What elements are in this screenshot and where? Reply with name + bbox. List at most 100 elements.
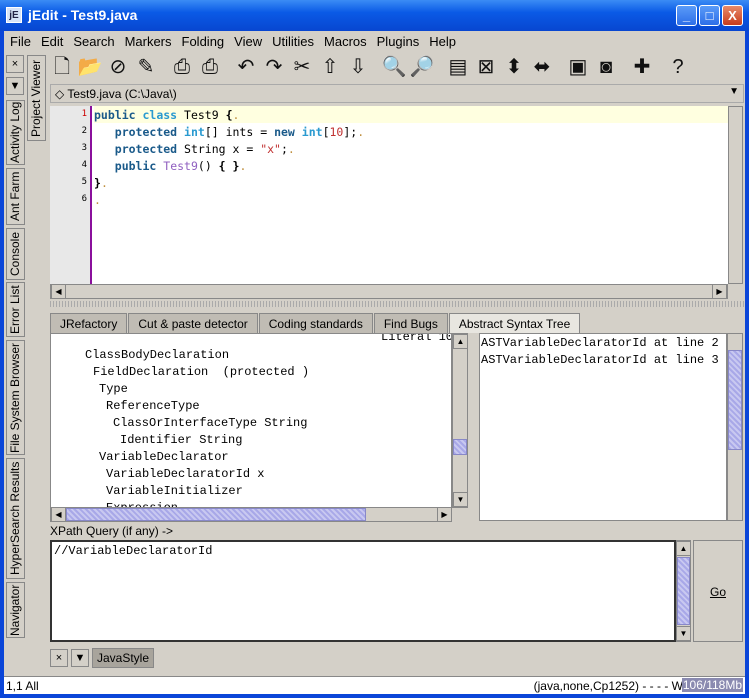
xpath-query-input[interactable]: //VariableDeclaratorId [50,540,676,642]
redo-icon[interactable]: ↷ [260,53,288,81]
plugin-tabs: JRefactory Cut & paste detector Coding sta… [50,313,581,333]
tree-node[interactable]: VariableDeclarator [99,450,229,464]
tab-coding-standards[interactable]: Coding standards [258,313,373,333]
scroll-left-icon[interactable]: ◀ [51,284,66,299]
paste-down-icon[interactable]: ⇩ [344,53,372,81]
splitter[interactable] [50,301,744,307]
split-vertical-icon[interactable]: ⬌ [528,53,556,81]
tree-horizontal-scrollbar[interactable]: ◀ ▶ [50,507,452,522]
buffer-switcher[interactable]: ◇ Test9.java (C:\Java\) ▼ [50,84,744,103]
query-results-list[interactable]: ASTVariableDeclaratorId at line 2 ASTVari… [479,333,727,521]
scroll-down-icon[interactable]: ▼ [676,626,691,641]
menu-search[interactable]: Search [67,31,118,49]
scroll-thumb[interactable] [728,350,742,450]
tab-abstract-syntax-tree[interactable]: Abstract Syntax Tree [448,313,581,333]
new-view-icon[interactable]: ▤ [444,53,472,81]
help-icon[interactable]: ? [664,53,692,81]
go-button[interactable]: Go [693,540,743,642]
new-file-icon[interactable]: 🗋 [48,53,76,81]
results-vertical-scrollbar[interactable] [727,333,743,521]
tree-node[interactable]: FieldDeclaration (protected ) [93,365,309,379]
scroll-thumb[interactable] [677,557,690,625]
memory-status[interactable]: 106/118Mb [681,678,743,692]
tab-find-bugs[interactable]: Find Bugs [373,313,448,333]
tree-node[interactable]: Identifier String [120,433,242,447]
tree-node[interactable]: VariableInitializer [106,484,243,498]
tab-activity-log[interactable]: Activity Log [6,100,25,165]
tab-jrefactory[interactable]: JRefactory [50,313,128,333]
global-options-icon[interactable]: ◙ [592,53,620,81]
scroll-left-icon[interactable]: ◀ [51,507,66,522]
editor-vertical-scrollbar[interactable] [728,106,743,284]
bottom-dock-menu-button[interactable]: ▼ [71,649,89,667]
menu-folding[interactable]: Folding [176,31,229,49]
ast-tree[interactable]: Literal 10 ClassBodyDeclaration FieldDecla… [50,333,452,508]
menu-utilities[interactable]: Utilities [266,31,318,49]
code-line: public class Test9 {. [94,108,240,122]
scroll-up-icon[interactable]: ▲ [676,541,691,556]
tab-ant-farm[interactable]: Ant Farm [6,168,25,225]
minimize-button[interactable]: _ [676,5,697,26]
text-area[interactable]: 1 2 3 4 5 6 public class Test9 {. protected i… [50,106,728,284]
scroll-thumb[interactable] [453,439,467,455]
menu-help[interactable]: Help [423,31,460,49]
tree-vertical-scrollbar[interactable]: ▲ ▼ [452,333,468,508]
scroll-thumb[interactable] [66,508,366,521]
gutter: 1 2 3 4 5 6 [50,106,92,284]
split-horizontal-icon[interactable]: ⬍ [500,53,528,81]
undo-icon[interactable]: ↶ [232,53,260,81]
tree-node[interactable]: VariableDeclaratorId x [106,467,264,481]
tab-javastyle[interactable]: JavaStyle [92,648,155,668]
tab-file-system-browser[interactable]: File System Browser [6,340,25,455]
buffer-options-icon[interactable]: ▣ [564,53,592,81]
menu-markers[interactable]: Markers [119,31,176,49]
scroll-up-icon[interactable]: ▲ [453,334,468,349]
line-number: 6 [81,194,87,204]
maximize-button[interactable]: □ [699,5,720,26]
close-window-button[interactable]: X [722,5,743,26]
chevron-down-icon[interactable]: ▼ [729,86,739,97]
tree-node[interactable]: Literal 10 [381,334,451,344]
menu-edit[interactable]: Edit [35,31,67,49]
caret-position: 1,1 All [6,679,39,693]
result-item[interactable]: ASTVariableDeclaratorId at line 3 [481,353,719,367]
buffer-mode[interactable]: (java,none,Cp1252) - - - - W [534,679,683,693]
open-folder-icon[interactable]: 📂 [76,53,104,81]
tree-node[interactable]: ClassOrInterfaceType String [113,416,307,430]
bottom-dock-close-button[interactable]: × [50,649,68,667]
scroll-right-icon[interactable]: ▶ [712,284,727,299]
tab-project-viewer[interactable]: Project Viewer [27,55,46,141]
title-bar: jE jEdit - Test9.java _ □ X [0,0,749,31]
search-replace-icon[interactable]: 🔎 [408,53,436,81]
tab-error-list[interactable]: Error List [6,282,25,337]
menu-macros[interactable]: Macros [318,31,371,49]
tree-node[interactable]: ClassBodyDeclaration [85,348,229,362]
menu-plugins[interactable]: Plugins [371,31,424,49]
menu-view[interactable]: View [228,31,266,49]
print-icon[interactable]: ⎙ [168,53,196,81]
tab-console[interactable]: Console [6,228,25,280]
result-item[interactable]: ASTVariableDeclaratorId at line 2 [481,336,719,350]
dock-menu-button[interactable]: ▼ [6,77,24,95]
xpath-scrollbar[interactable]: ▲ ▼ [676,540,691,642]
tab-cut-paste-detector[interactable]: Cut & paste detector [128,313,258,333]
pencil-icon[interactable]: ✎ [132,53,160,81]
scroll-down-icon[interactable]: ▼ [453,492,468,507]
editor-horizontal-scrollbar[interactable]: ◀ ▶ [50,284,728,299]
xpath-label: XPath Query (if any) -> [50,524,174,538]
print-preview-icon[interactable]: ⎙ [196,53,224,81]
scroll-right-icon[interactable]: ▶ [437,507,452,522]
dock-close-button[interactable]: × [6,55,24,73]
menu-file[interactable]: File [4,31,35,49]
search-icon[interactable]: 🔍 [380,53,408,81]
close-icon[interactable]: ⊘ [104,53,132,81]
cut-icon[interactable]: ✂ [288,53,316,81]
code-line: protected int[] ints = new int[10];. [114,125,365,139]
tree-node[interactable]: Type [99,382,128,396]
plugin-manager-icon[interactable]: ✚ [628,53,656,81]
copy-up-icon[interactable]: ⇧ [316,53,344,81]
tab-navigator[interactable]: Navigator [6,582,25,638]
unsplit-icon[interactable]: ⊠ [472,53,500,81]
tree-node[interactable]: ReferenceType [106,399,200,413]
tab-hypersearch-results[interactable]: HyperSearch Results [6,458,25,579]
